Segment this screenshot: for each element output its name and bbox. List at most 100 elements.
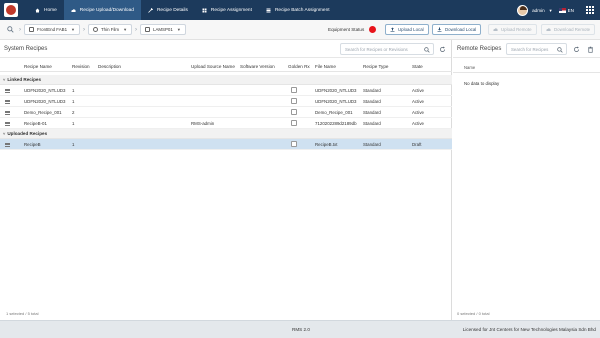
row-menu-icon[interactable] [5, 88, 10, 93]
button-label: Download Local [445, 27, 477, 32]
row-menu-icon[interactable] [5, 142, 10, 147]
col-name[interactable]: Name [464, 65, 475, 70]
tab-label: Recipe Assignment [210, 7, 252, 13]
group-label: Uploaded Recipes [7, 131, 48, 136]
group-header-linked[interactable]: ˅ Linked Recipes [0, 75, 452, 85]
delete-button[interactable] [585, 43, 595, 55]
col-golden-rx[interactable]: Golden Rx [288, 64, 310, 69]
group-header-uploaded[interactable]: ˅ Uploaded Recipes [0, 129, 452, 139]
tab-recipe-assignment[interactable]: Recipe Assignment [195, 0, 259, 20]
golden-rx-checkbox[interactable] [291, 98, 297, 104]
cell-state: Active [412, 121, 424, 126]
col-state[interactable]: State [412, 64, 423, 69]
download-remote-button[interactable]: Download Remote [541, 24, 596, 35]
equipment-icon [145, 27, 151, 32]
apps-grid-icon[interactable] [586, 6, 594, 14]
golden-rx-checkbox[interactable] [291, 120, 297, 126]
assign-icon [202, 8, 207, 12]
golden-rx-checkbox[interactable] [291, 109, 297, 115]
upload-remote-button[interactable]: Upload Remote [488, 24, 537, 35]
cloud-upload-icon [493, 28, 498, 31]
upload-local-button[interactable]: Upload Local [385, 24, 429, 35]
search-icon[interactable] [7, 26, 14, 33]
tab-label: Recipe Upload/Download [79, 7, 134, 13]
tab-recipe-details[interactable]: Recipe Details [141, 0, 195, 20]
refresh-button[interactable] [437, 43, 447, 55]
button-label: Download Remote [554, 27, 591, 32]
caret-down-icon[interactable]: ˅ [3, 77, 5, 82]
golden-rx-checkbox[interactable] [291, 141, 297, 147]
system-recipes-panel: System Recipes Search for Recipes or Rev… [0, 40, 452, 320]
chevron-down-icon: ▼ [176, 27, 181, 32]
download-local-button[interactable]: Download Local [432, 24, 482, 35]
divider [453, 72, 600, 73]
table-row[interactable]: RecipeB 1 RecipeB.txt Standard Draft [0, 139, 452, 150]
tab-recipe-upload-download[interactable]: Recipe Upload/Download [63, 0, 141, 20]
cell-recipe-name: UDFN2020_NTLUD3 [24, 99, 66, 104]
top-nav-bar: Home Recipe Upload/Download Recipe Detai… [0, 0, 600, 20]
tab-label: Recipe Details [156, 7, 188, 13]
chevron-right-icon: › [135, 26, 138, 33]
col-recipe-name[interactable]: Recipe Name [24, 64, 52, 69]
cell-recipe-type: Standard [363, 142, 381, 147]
tools-icon [148, 7, 153, 13]
cell-recipe-name: Demo_Recipe_001 [24, 110, 62, 115]
cell-file-name: RecipeB.txt [315, 142, 338, 147]
col-description[interactable]: Description [98, 64, 121, 69]
cell-revision: 1 [72, 142, 75, 147]
cell-revision: 1 [72, 88, 75, 93]
language-selector[interactable]: EN [568, 8, 574, 13]
table-row[interactable]: UDFN2020_NTLUD3 1 UDFN2020_NTLUD3 Standa… [0, 96, 452, 107]
panel-title: System Recipes [4, 45, 48, 52]
tab-recipe-batch-assignment[interactable]: Recipe Batch Assignment [259, 0, 337, 20]
empty-state-text: No data to display [464, 81, 500, 86]
refresh-button[interactable] [571, 43, 581, 55]
chevron-down-icon[interactable]: ▼ [549, 8, 553, 13]
batch-icon [266, 8, 271, 12]
selection-status: 1 selected / 5 total [6, 311, 39, 316]
app-logo[interactable] [4, 3, 18, 17]
col-revision[interactable]: Revision [72, 64, 90, 69]
cell-file-name: UDFN2020_NTLUD3 [315, 88, 357, 93]
breadcrumb-site[interactable]: FrontEnd FAB1 ▼ [24, 24, 80, 35]
row-menu-icon[interactable] [5, 110, 10, 115]
row-menu-icon[interactable] [5, 121, 10, 126]
golden-rx-checkbox[interactable] [291, 87, 297, 93]
search-placeholder: Search for Recipes [511, 46, 549, 52]
col-recipe-type[interactable]: Recipe Type [363, 64, 388, 69]
table-row[interactable]: Demo_Recipe_001 2 Demo_Recipe_001 Standa… [0, 107, 452, 118]
caret-down-icon[interactable]: ˅ [3, 131, 5, 136]
table-row[interactable]: UDFN2020_NTLUD3 1 UDFN2020_NTLUD3 Standa… [0, 85, 452, 96]
remote-search-input[interactable]: Search for Recipes [506, 43, 567, 55]
download-icon [437, 27, 442, 32]
button-label: Upload Local [398, 27, 424, 32]
tab-home[interactable]: Home [28, 0, 64, 20]
username[interactable]: admin [532, 8, 545, 13]
tab-label: Home [44, 7, 57, 13]
chevron-down-icon: ▼ [123, 27, 128, 32]
table-row[interactable]: RecipeB-01 1 RMS-admin 7120202289d2189db… [0, 118, 452, 129]
avatar[interactable] [517, 4, 529, 16]
col-file-name[interactable]: File Name [315, 64, 336, 69]
table-header: Recipe Name Revision Description Upload … [0, 58, 452, 72]
col-upload-source[interactable]: Upload Source Name [191, 64, 235, 69]
cell-file-name: 7120202289d2189db [315, 121, 357, 126]
breadcrumb-equipment[interactable]: LAMSP01 ▼ [140, 24, 186, 35]
app-version: RMS 2.0 [292, 327, 310, 332]
cell-recipe-type: Standard [363, 88, 381, 93]
cell-recipe-name: UDFN2020_NTLUD3 [24, 88, 66, 93]
row-menu-icon[interactable] [5, 99, 10, 104]
tab-label: Recipe Batch Assignment [274, 7, 330, 13]
cell-recipe-type: Standard [363, 99, 381, 104]
factory-icon [29, 27, 34, 32]
license-text: Licensed for Jnt Centers for New Technol… [462, 327, 596, 332]
cloud-download-icon [546, 28, 551, 31]
recipe-search-input[interactable]: Search for Recipes or Revisions [340, 43, 434, 55]
search-icon [424, 47, 430, 53]
col-software-version[interactable]: Software Version [240, 64, 275, 69]
selection-status: 0 selected / 0 total [457, 311, 490, 316]
chevron-right-icon: › [19, 26, 21, 33]
cell-revision: 1 [72, 99, 75, 104]
breadcrumb-area[interactable]: Thin Film ▼ [88, 24, 133, 35]
cell-recipe-name: RecipeB [24, 142, 41, 147]
